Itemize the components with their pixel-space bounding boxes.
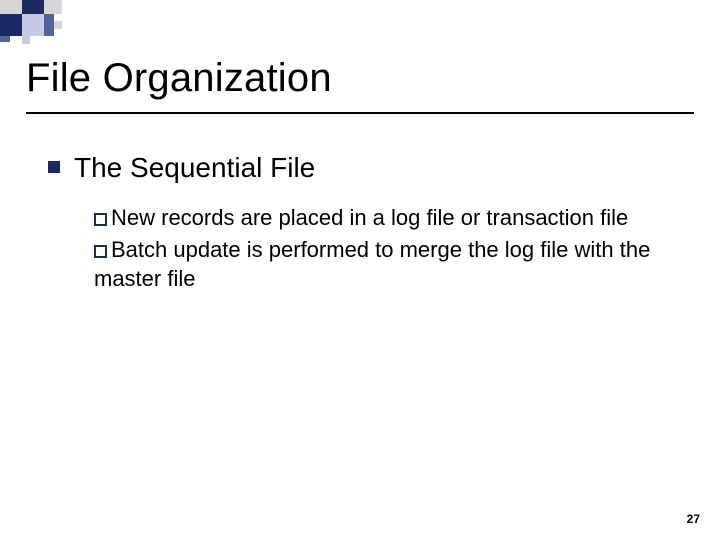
corner-decoration <box>0 0 120 40</box>
hollow-square-bullet-icon <box>94 213 107 226</box>
bullet-level1: The Sequential File <box>48 150 680 185</box>
bullet-level2: New records are placed in a log file or … <box>94 203 680 233</box>
page-number: 27 <box>687 512 700 526</box>
level2-text: New records are placed in a log file or … <box>111 205 628 230</box>
slide-title: File Organization <box>26 56 332 101</box>
slide-content: The Sequential File New records are plac… <box>48 150 680 296</box>
title-underline <box>26 112 694 114</box>
level2-text: Batch update is performed to merge the l… <box>94 237 650 292</box>
level2-list: New records are placed in a log file or … <box>94 203 680 294</box>
level1-text: The Sequential File <box>74 150 315 185</box>
square-bullet-icon <box>48 161 60 173</box>
hollow-square-bullet-icon <box>94 245 107 258</box>
bullet-level2: Batch update is performed to merge the l… <box>94 235 680 294</box>
